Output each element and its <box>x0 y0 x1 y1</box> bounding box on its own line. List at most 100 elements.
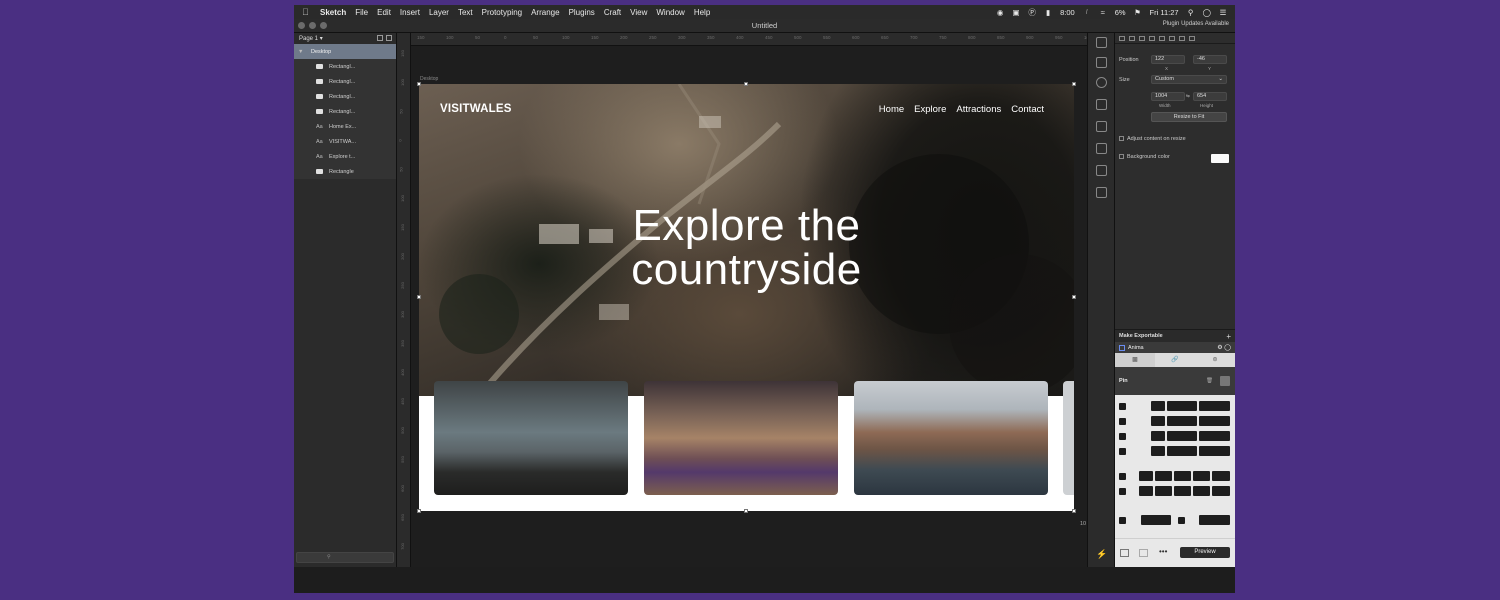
layer-item[interactable]: Rectangl... <box>294 59 396 74</box>
card-mountains[interactable] <box>434 381 628 495</box>
wifi-icon[interactable]: ≈ <box>1099 8 1107 17</box>
nav-explore[interactable]: Explore <box>914 104 946 115</box>
layout-icon[interactable] <box>1096 99 1107 110</box>
background-color-swatch[interactable] <box>1211 154 1229 163</box>
menu-view[interactable]: View <box>630 8 647 17</box>
background-color-option[interactable]: Background color <box>1119 154 1170 160</box>
artboard-label[interactable]: Desktop <box>420 76 438 82</box>
vertical-ruler[interactable]: 150 100 50 0 50 100 150 200 250 300 350 400 450 500 55… <box>397 33 411 567</box>
align-center-icon[interactable] <box>1129 35 1135 41</box>
distribute-vertical-icon[interactable] <box>1189 35 1195 41</box>
card-partial[interactable] <box>1063 381 1074 495</box>
pin-height-mode[interactable] <box>1139 486 1153 496</box>
resize-handle[interactable] <box>417 82 421 86</box>
lightning-icon[interactable]: ⚡ <box>1096 549 1107 560</box>
page-selector[interactable]: Page 1 ▾ <box>294 33 396 44</box>
layer-search-input[interactable]: ⚲ <box>296 552 394 563</box>
anima-settings-icon[interactable]: ⚙ ◯ <box>1217 344 1231 351</box>
layer-item[interactable]: Aa Home Ex... <box>294 119 396 134</box>
pin-right-unit[interactable] <box>1199 446 1230 456</box>
pin-width-min[interactable] <box>1174 471 1191 481</box>
resize-handle[interactable] <box>417 509 421 513</box>
resize-to-fit-button[interactable]: Resize to Fit <box>1151 112 1227 122</box>
record-icon[interactable]: ◉ <box>996 8 1004 17</box>
settings-icon[interactable] <box>1096 77 1107 88</box>
pin-right-checkbox[interactable] <box>1119 448 1126 455</box>
bluetooth-icon[interactable]: ᜵ <box>1083 7 1091 17</box>
background-color-checkbox[interactable] <box>1119 154 1124 160</box>
pin-height-unit[interactable] <box>1212 486 1230 496</box>
menu-window[interactable]: Window <box>656 8 684 17</box>
align-bottom-icon[interactable] <box>1169 35 1175 41</box>
pin-left-unit[interactable] <box>1199 416 1230 426</box>
nav-contact[interactable]: Contact <box>1011 104 1044 115</box>
menu-plugins[interactable]: Plugins <box>569 8 595 17</box>
share-icon[interactable] <box>1096 57 1107 68</box>
plugin-updates-notice[interactable]: Plugin Updates Available <box>1163 21 1229 27</box>
make-exportable-row[interactable]: Make Exportable + <box>1115 329 1235 342</box>
menu-text[interactable]: Text <box>458 8 473 17</box>
menu-prototyping[interactable]: Prototyping <box>482 8 522 17</box>
pin-left-checkbox[interactable] <box>1119 418 1126 425</box>
disclosure-triangle-icon[interactable]: ▼ <box>298 49 307 55</box>
battery-percent[interactable]: 6% <box>1115 8 1126 17</box>
terminal-icon[interactable]: ▮ <box>1044 8 1052 17</box>
link-tab-icon[interactable]: 🔗 <box>1155 353 1195 367</box>
adjust-content-checkbox[interactable] <box>1119 136 1124 142</box>
hero-title[interactable]: Explore the countryside <box>419 204 1074 292</box>
resize-handle[interactable] <box>744 509 748 513</box>
flow-tab-icon[interactable]: ⊜ <box>1195 353 1235 367</box>
pin-bottom-unit[interactable] <box>1199 431 1230 441</box>
pin-top-checkbox[interactable] <box>1119 403 1126 410</box>
menu-arrange[interactable]: Arrange <box>531 8 559 17</box>
align-right-icon[interactable] <box>1139 35 1145 41</box>
resize-handle[interactable] <box>417 295 421 299</box>
pin-center-v-value[interactable] <box>1199 515 1230 525</box>
width-field[interactable]: 1004 <box>1151 92 1185 101</box>
resize-handle[interactable] <box>1072 295 1076 299</box>
layout-mode-icon[interactable] <box>1120 549 1129 557</box>
pin-center-v-checkbox[interactable] <box>1178 517 1185 524</box>
siri-icon[interactable]: ◯ <box>1203 8 1211 17</box>
pin-right-mode[interactable] <box>1151 446 1165 456</box>
page-add-icon[interactable] <box>386 35 392 41</box>
pin-top-value[interactable] <box>1167 401 1197 411</box>
pin-bottom-mode[interactable] <box>1151 431 1165 441</box>
size-preset-select[interactable]: Custom ⌄ <box>1151 75 1227 84</box>
search-icon[interactable]: ⚲ <box>1187 8 1195 17</box>
pin-height-min[interactable] <box>1174 486 1191 496</box>
layer-item[interactable]: Rectangl... <box>294 89 396 104</box>
layer-item[interactable]: Aa VISITWA... <box>294 134 396 149</box>
flag-icon[interactable]: ⚑ <box>1134 8 1142 17</box>
lock-ratio-icon[interactable]: ⇆ <box>1186 93 1190 99</box>
menu-sketch[interactable]: Sketch <box>320 8 346 17</box>
list-view-icon[interactable] <box>377 35 383 41</box>
pin-width-checkbox[interactable] <box>1119 473 1126 480</box>
y-field[interactable]: -46 <box>1193 55 1227 64</box>
grid-icon[interactable] <box>1096 143 1107 154</box>
apple-icon[interactable]:  <box>302 7 312 17</box>
layout-tab-icon[interactable]: ▩ <box>1115 353 1155 367</box>
hero-image[interactable]: VISITWALES Home Explore Attractions Cont… <box>419 84 1074 396</box>
menu-help[interactable]: Help <box>694 8 710 17</box>
clock[interactable]: Fri 11:27 <box>1150 8 1179 17</box>
canvas[interactable]: Desktop VISITWALES Home Explore Attracti… <box>411 46 1087 567</box>
resize-handle[interactable] <box>1072 509 1076 513</box>
artboard-desktop[interactable]: VISITWALES Home Explore Attractions Cont… <box>419 84 1074 511</box>
height-field[interactable]: 654 <box>1193 92 1227 101</box>
component-icon[interactable] <box>1096 121 1107 132</box>
status-clock[interactable]: 8:00 <box>1060 8 1075 17</box>
pin-right-value[interactable] <box>1167 446 1197 456</box>
layer-item[interactable]: Rectangl... <box>294 74 396 89</box>
adjust-content-option[interactable]: Adjust content on resize <box>1119 136 1186 142</box>
pin-left-mode[interactable] <box>1151 416 1165 426</box>
x-field[interactable]: 122 <box>1151 55 1185 64</box>
export-icon[interactable] <box>1096 187 1107 198</box>
resize-handle[interactable] <box>744 82 748 86</box>
inspector-tab-icon[interactable] <box>1096 37 1107 48</box>
pin-bottom-checkbox[interactable] <box>1119 433 1126 440</box>
skype-icon[interactable]: Ⓟ <box>1028 7 1036 18</box>
pin-width-value[interactable] <box>1155 471 1172 481</box>
menu-insert[interactable]: Insert <box>400 8 420 17</box>
pin-left-value[interactable] <box>1167 416 1197 426</box>
